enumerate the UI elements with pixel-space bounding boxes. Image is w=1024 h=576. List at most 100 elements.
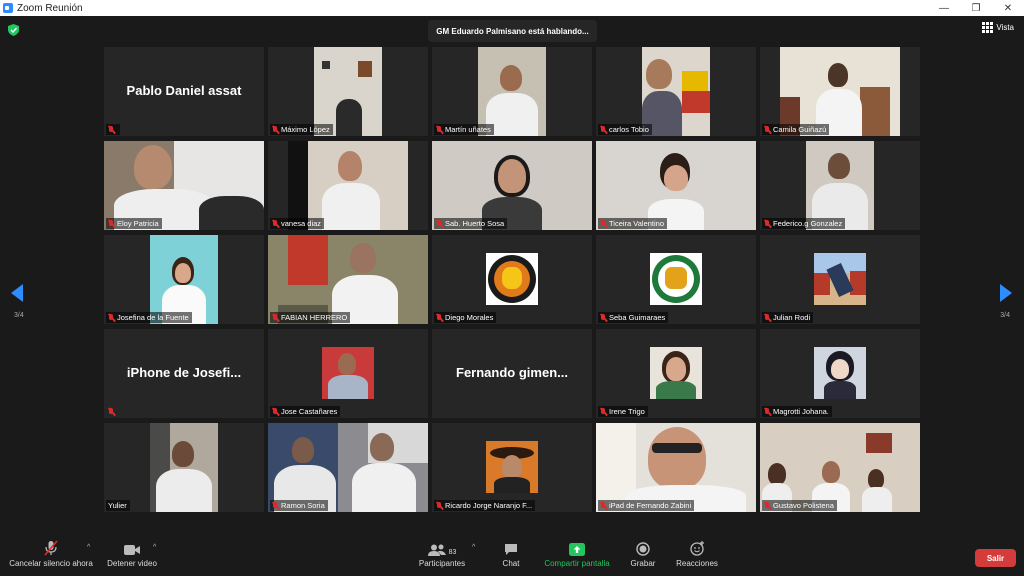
participant-tile[interactable]: carlos Tobio xyxy=(596,47,756,136)
view-button[interactable]: Vista xyxy=(982,22,1014,33)
participant-tile[interactable]: Fernando gimen... xyxy=(432,329,592,418)
participant-video xyxy=(596,141,756,230)
participant-video xyxy=(150,423,218,512)
window-controls: — ❐ ✕ xyxy=(928,0,1024,16)
share-label: Compartir pantalla xyxy=(544,559,610,568)
participant-tile[interactable]: Josefina de la Fuente xyxy=(104,235,264,324)
unmute-label: Cancelar silencio ahora xyxy=(9,559,93,568)
participant-name-label: Irene Trigo xyxy=(598,406,648,417)
muted-microphone-icon xyxy=(44,540,58,556)
video-camera-icon xyxy=(124,545,140,555)
participant-name-label: Federico.g Gonzalez xyxy=(762,218,846,229)
record-label: Grabar xyxy=(630,559,656,568)
participants-options-caret-icon[interactable]: ^ xyxy=(472,544,475,551)
participant-tile[interactable]: Magrotti Johana. xyxy=(760,329,920,418)
chat-label: Chat xyxy=(502,559,520,568)
participant-tile[interactable]: vanesa diaz xyxy=(268,141,428,230)
participant-tile[interactable]: Julian Rodi xyxy=(760,235,920,324)
participant-tile[interactable]: iPhone de Josefi... xyxy=(104,329,264,418)
muted-mic-icon xyxy=(764,125,770,134)
participant-name-label: Gustavo Polistena xyxy=(762,500,837,511)
next-page-arrow-icon[interactable] xyxy=(1000,284,1012,302)
chat-button[interactable]: Chat xyxy=(496,540,526,568)
zoom-app-icon xyxy=(3,3,13,13)
participant-video xyxy=(642,47,710,136)
muted-mic-icon xyxy=(600,313,606,322)
participant-tile[interactable]: Pablo Daniel assat xyxy=(104,47,264,136)
video-options-caret-icon[interactable]: ^ xyxy=(153,544,156,551)
participant-tile[interactable]: Irene Trigo xyxy=(596,329,756,418)
profile-picture xyxy=(322,347,374,399)
chat-bubble-icon xyxy=(505,544,517,555)
participant-tile[interactable]: FABIAN HERRERO xyxy=(268,235,428,324)
muted-mic-icon xyxy=(272,313,278,322)
participant-tile[interactable]: Martín uñates xyxy=(432,47,592,136)
participant-name-label: Seba Guimaraes xyxy=(598,312,669,323)
participants-icon xyxy=(427,544,446,556)
participant-name-label: vanesa diaz xyxy=(270,218,325,229)
participant-tile[interactable]: Camila Guiñazú xyxy=(760,47,920,136)
participant-name-label: FABIAN HERRERO xyxy=(270,312,351,323)
muted-mic-icon xyxy=(272,125,278,134)
share-screen-button[interactable]: Compartir pantalla xyxy=(540,540,614,568)
page-indicator-right: 3/4 xyxy=(1000,312,1010,319)
participant-tile[interactable]: Máximo López xyxy=(268,47,428,136)
leave-meeting-button[interactable]: Salir xyxy=(975,549,1016,567)
encryption-shield-icon[interactable] xyxy=(8,24,19,36)
participant-name-label: Martín uñates xyxy=(434,124,494,135)
minimize-button[interactable]: — xyxy=(928,0,960,16)
record-icon xyxy=(636,542,650,556)
muted-mic-icon xyxy=(764,313,770,322)
participant-video xyxy=(806,141,874,230)
muted-mic-icon xyxy=(436,313,442,322)
participant-video xyxy=(780,47,900,136)
profile-picture xyxy=(650,253,702,305)
muted-mic-icon xyxy=(272,219,278,228)
profile-picture xyxy=(814,253,866,305)
muted-mic-icon xyxy=(436,219,442,228)
participants-label: Participantes xyxy=(418,559,466,568)
participant-tile[interactable]: Eloy Patricia xyxy=(104,141,264,230)
participant-tile[interactable]: Jose Castañares xyxy=(268,329,428,418)
unmute-button[interactable]: Cancelar silencio ahora xyxy=(6,540,96,568)
previous-page-arrow-icon[interactable] xyxy=(11,284,23,302)
participant-tile[interactable]: Ticeira Valentino xyxy=(596,141,756,230)
participant-name-label: Ramon Soria xyxy=(270,500,328,511)
view-label: Vista xyxy=(996,23,1014,32)
reactions-button[interactable]: Reacciones xyxy=(674,540,720,568)
participant-name-label: Yulier xyxy=(106,500,130,511)
participant-tile[interactable]: Seba Guimaraes xyxy=(596,235,756,324)
restore-button[interactable]: ❐ xyxy=(960,0,992,16)
profile-picture xyxy=(486,253,538,305)
share-screen-icon xyxy=(569,543,585,556)
participant-video xyxy=(478,47,546,136)
participant-name-label: Ticeira Valentino xyxy=(598,218,668,229)
participant-tile[interactable]: Ricardo Jorge Naranjo F... xyxy=(432,423,592,512)
muted-mic-icon xyxy=(272,407,278,416)
participant-tile[interactable]: iPad de Fernando Zabini xyxy=(596,423,756,512)
participant-tile[interactable]: Ramon Soria xyxy=(268,423,428,512)
participant-tile[interactable]: Gustavo Polistena xyxy=(760,423,920,512)
muted-mic-icon xyxy=(436,125,442,134)
participant-big-name: iPhone de Josefi... xyxy=(126,365,242,380)
participant-name-label xyxy=(106,124,120,135)
participant-name-label: carlos Tobio xyxy=(598,124,652,135)
participant-tile[interactable]: Diego Morales xyxy=(432,235,592,324)
participant-video xyxy=(760,423,920,512)
participant-tile[interactable]: Federico.g Gonzalez xyxy=(760,141,920,230)
record-button[interactable]: Grabar xyxy=(628,540,658,568)
participants-button[interactable]: 83 Participantes xyxy=(414,540,470,568)
muted-mic-icon xyxy=(108,407,114,416)
close-button[interactable]: ✕ xyxy=(992,0,1024,16)
participant-tile[interactable]: Sab. Huerto Sosa xyxy=(432,141,592,230)
participant-tile[interactable]: Yulier xyxy=(104,423,264,512)
active-speaker-indicator: GM Eduardo Palmisano está hablando... xyxy=(428,20,597,42)
stop-video-button[interactable]: Detener video xyxy=(104,540,160,568)
audio-options-caret-icon[interactable]: ^ xyxy=(87,544,90,551)
muted-mic-icon xyxy=(600,407,606,416)
muted-mic-icon xyxy=(272,501,278,510)
participant-name-label: Eloy Patricia xyxy=(106,218,162,229)
participant-name-label xyxy=(106,406,117,417)
profile-picture xyxy=(650,347,702,399)
muted-mic-icon xyxy=(108,219,114,228)
